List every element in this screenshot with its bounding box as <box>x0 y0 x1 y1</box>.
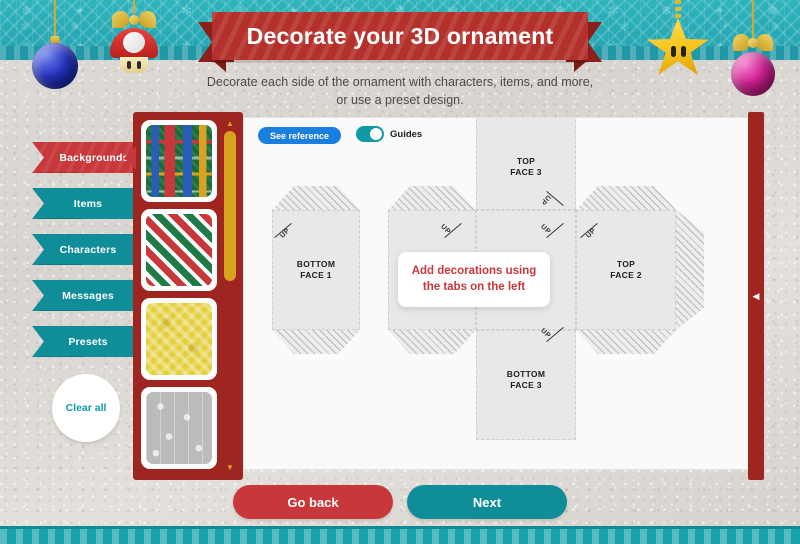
ribbon-fold-left <box>212 60 226 72</box>
tab-shadow <box>38 172 82 178</box>
chevron-left-icon: ◀ <box>752 290 760 301</box>
flap-bottom-face2 <box>576 330 676 354</box>
pink-ornament-ball <box>718 0 788 120</box>
star-ornament <box>638 0 718 110</box>
bottom-decorative-band <box>0 526 800 544</box>
thumbnail-list[interactable] <box>141 120 217 472</box>
face-label-line2: FACE 2 <box>610 270 642 280</box>
scroll-up-icon[interactable]: ▲ <box>225 120 235 128</box>
thumb-star-pattern[interactable] <box>141 387 217 469</box>
right-panel-collapse[interactable]: ◀ <box>748 112 764 480</box>
page-title: Decorate your 3D ornament <box>246 22 554 49</box>
tab-shadow <box>38 264 82 265</box>
blue-ornament-ball <box>20 0 90 110</box>
swatch-preview <box>146 214 212 286</box>
tab-shadow <box>38 310 82 311</box>
ribbon-band: Decorate your 3D ornament <box>212 12 588 60</box>
scroll-down-icon[interactable]: ▼ <box>225 464 235 472</box>
sidebar-item-messages[interactable]: Messages <box>32 280 144 311</box>
face-label-line1: TOP <box>516 155 536 166</box>
tab-shadow <box>38 218 82 219</box>
sidebar-item-presets[interactable]: Presets <box>32 326 144 357</box>
subtitle-line-2: or use a preset design. <box>336 92 464 107</box>
clear-all-button[interactable]: Clear all <box>52 374 120 442</box>
face-label-line1: BOTTOM <box>296 259 336 270</box>
go-back-label: Go back <box>287 494 339 510</box>
tooltip-line-1: Add decorations using <box>411 265 537 277</box>
thumbnail-scrollbar[interactable]: ▲ ▼ <box>224 120 236 472</box>
title-ribbon: Decorate your 3D ornament <box>198 12 600 72</box>
scrollbar-thumb[interactable] <box>224 131 236 281</box>
tab-label: Items <box>73 197 103 210</box>
sidebar-item-items[interactable]: Items <box>32 188 144 219</box>
flap-top-face1 <box>272 186 360 210</box>
go-back-button[interactable]: Go back <box>233 485 393 519</box>
flap-bottom-middle <box>388 330 476 354</box>
category-tabs: Backgrounds Items Characters Messages Pr… <box>32 142 144 372</box>
page-subtitle: Decorate each side of the ornament with … <box>160 74 640 110</box>
ornament-cord <box>675 0 681 20</box>
next-label: Next <box>472 494 502 510</box>
face-label-line2: FACE 3 <box>510 380 542 390</box>
clear-all-label: Clear all <box>65 402 107 414</box>
ornament-cord <box>54 0 56 38</box>
thumbnail-rail: ▲ ▼ <box>124 112 243 480</box>
bow-icon <box>733 34 773 52</box>
next-button[interactable]: Next <box>407 485 567 519</box>
ball-body <box>731 52 775 96</box>
face-label-line2: FACE 1 <box>300 270 332 280</box>
flap-top-face2 <box>576 186 676 210</box>
tab-label: Presets <box>68 335 108 348</box>
flap-bottom-face1 <box>272 330 360 354</box>
mushroom-stem <box>120 57 148 73</box>
thumb-gift-wrap[interactable] <box>141 120 217 202</box>
ball-body <box>32 43 78 89</box>
face-label-line1: TOP <box>616 259 636 270</box>
swatch-preview <box>146 303 212 375</box>
tab-label: Backgrounds <box>59 151 129 164</box>
subtitle-line-1: Decorate each side of the ornament with … <box>206 75 594 89</box>
tab-label: Characters <box>59 243 117 256</box>
footer-actions: Go back Next <box>0 485 800 519</box>
swatch-preview <box>146 125 212 197</box>
sidebar-item-characters[interactable]: Characters <box>32 234 144 265</box>
star-body <box>647 18 709 75</box>
flap-top-middle <box>388 186 476 210</box>
tab-shadow <box>38 356 82 357</box>
tab-label: Messages <box>62 289 114 302</box>
flap-right-face2 <box>676 210 704 330</box>
face-label-line2: FACE 3 <box>510 166 542 177</box>
mushroom-cap <box>110 28 158 58</box>
ornament-canvas[interactable]: See reference Guides BOTTOM FACE 1 UP UP <box>243 117 755 470</box>
tooltip-line-2: the tabs on the left <box>422 280 526 293</box>
canvas-hint-tooltip: Add decorations using the tabs on the le… <box>398 252 550 308</box>
face-bottom-face-3[interactable]: BOTTOM FACE 3 <box>476 330 576 440</box>
face-label-line1: BOTTOM <box>506 369 546 380</box>
face-top-face-3[interactable]: TOP FACE 3 <box>476 118 576 210</box>
bow-icon <box>112 11 156 29</box>
swatch-preview <box>146 392 212 464</box>
ornament-cord <box>752 0 754 38</box>
thumb-candy-stripe[interactable] <box>141 209 217 291</box>
thumb-question-block[interactable] <box>141 298 217 380</box>
